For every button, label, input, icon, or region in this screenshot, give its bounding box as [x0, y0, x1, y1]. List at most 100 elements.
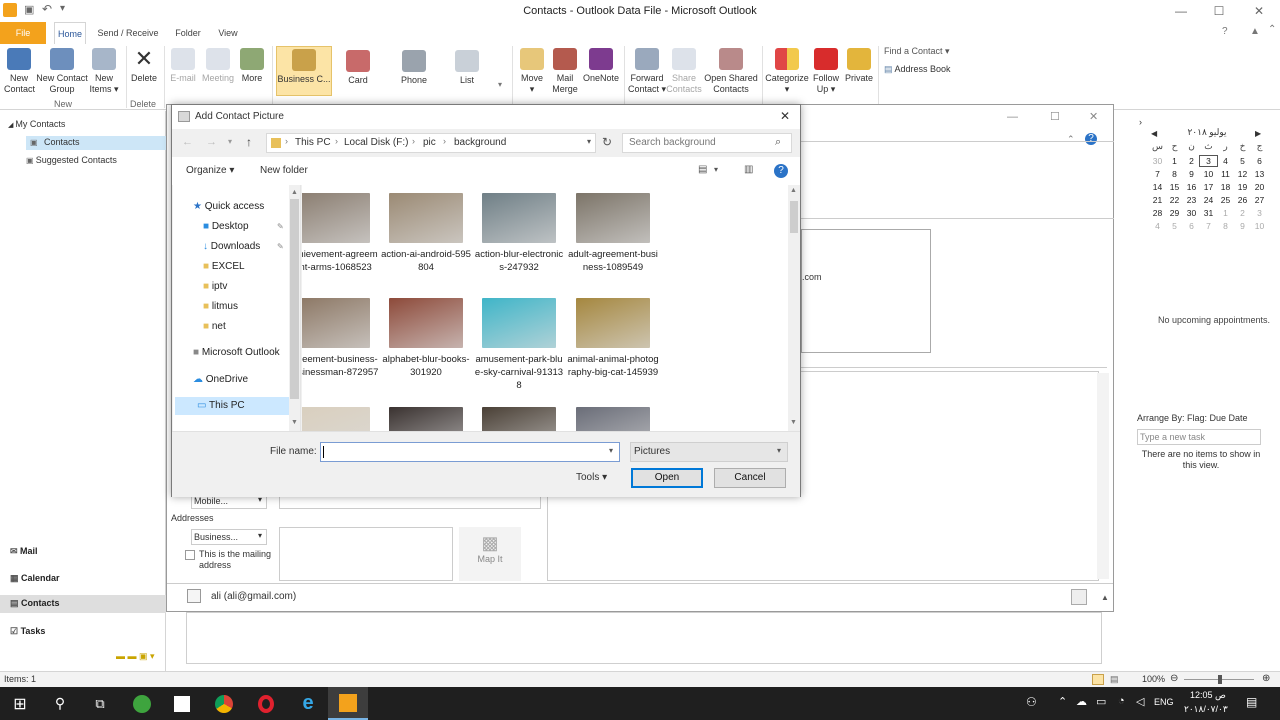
preview-pane-icon[interactable]: ▥ — [744, 164, 753, 175]
file-tile-partial[interactable] — [473, 407, 565, 431]
file-tile-partial[interactable] — [380, 407, 472, 431]
calendar-day[interactable]: 25 — [1217, 195, 1234, 205]
start-button[interactable]: ⊞ — [0, 687, 40, 720]
new-contact-button[interactable]: New Contact — [4, 48, 35, 95]
calendar-day[interactable]: 26 — [1234, 195, 1251, 205]
module-tasks[interactable]: ☑ Tasks — [10, 626, 45, 637]
people-pane-expand-icon[interactable]: ▲ — [1101, 593, 1109, 602]
calendar-day[interactable]: 18 — [1217, 182, 1234, 192]
tree-scroll-thumb[interactable] — [290, 199, 299, 399]
file-tile[interactable]: animal-animal-photography-big-cat-145939 — [567, 298, 659, 379]
calendar-day[interactable]: 20 — [1251, 182, 1268, 192]
file-type-filter[interactable]: Pictures ▾ — [630, 442, 788, 462]
breadcrumb-background[interactable]: background — [454, 137, 506, 148]
taskbar-opera[interactable] — [246, 687, 286, 720]
calendar-day[interactable]: 1 — [1166, 156, 1183, 166]
todo-collapse-icon[interactable]: › — [1139, 117, 1142, 127]
my-contacts-header[interactable]: ◢ My Contacts — [8, 119, 65, 129]
nav-item-contacts[interactable]: ▣ Contacts — [26, 136, 166, 150]
calendar-day[interactable]: 2 — [1234, 208, 1251, 218]
calendar-day[interactable]: 6 — [1251, 156, 1268, 166]
wifi-icon[interactable]: ◔ — [1118, 695, 1125, 707]
taskbar-ie[interactable]: e — [288, 687, 328, 720]
scroll-down-icon[interactable]: ▼ — [790, 419, 797, 426]
calendar-day[interactable]: 4 — [1217, 156, 1234, 166]
normal-view-icon[interactable] — [1092, 674, 1104, 685]
calendar-day[interactable]: 22 — [1166, 195, 1183, 205]
calendar-day[interactable]: 3 — [1251, 208, 1268, 218]
onenote-button[interactable]: OneNote — [582, 48, 620, 84]
calendar-day[interactable]: 5 — [1234, 156, 1251, 166]
search-box[interactable]: Search background ⌕ — [622, 133, 792, 153]
file-grid-scrollbar[interactable]: ▲ ▼ — [788, 185, 800, 431]
calendar-day[interactable]: 7 — [1200, 221, 1217, 231]
address-dropdown-icon[interactable]: ▾ — [587, 137, 591, 146]
contact-window-maximize-icon[interactable]: ☐ — [1050, 110, 1060, 123]
new-task-input[interactable]: Type a new task — [1137, 429, 1261, 445]
help-icon[interactable]: ? — [774, 164, 788, 178]
calendar-day[interactable]: 30 — [1149, 156, 1166, 166]
file-tile[interactable]: action-blur-electronics-247932 — [473, 193, 565, 274]
zoom-level[interactable]: 100% — [1142, 674, 1165, 684]
file-tile-partial[interactable] — [567, 407, 659, 431]
clock-time[interactable]: 12:05 ص — [1190, 690, 1226, 701]
volume-icon[interactable]: ◁ — [1136, 695, 1144, 708]
forward-arrow-icon[interactable]: → — [206, 136, 217, 148]
tree-onedrive[interactable]: ☁ OneDrive — [193, 374, 248, 385]
minimize-icon[interactable]: — — [1162, 0, 1200, 22]
file-name-input[interactable]: ▾ — [320, 442, 620, 462]
file-grid-scroll-thumb[interactable] — [790, 201, 798, 233]
follow-up-button[interactable]: Follow Up ▾ — [810, 48, 842, 95]
calendar-day[interactable]: 14 — [1149, 182, 1166, 192]
help-icon[interactable]: ? — [1222, 26, 1228, 37]
module-contacts[interactable]: ▤ Contacts — [0, 595, 166, 613]
business-card-view-button[interactable]: Business C... — [276, 46, 332, 96]
search-button[interactable]: ⚲ — [40, 687, 80, 720]
calendar-day[interactable]: 30 — [1183, 208, 1200, 218]
cancel-button[interactable]: Cancel — [714, 468, 786, 488]
notifications-icon[interactable]: ▤ — [1246, 695, 1257, 709]
file-tile[interactable]: achievement-agreement-arms-1068523 — [302, 193, 379, 274]
delete-button[interactable]: ✕ Delete — [130, 48, 158, 84]
address-bar[interactable]: › This PC › Local Disk (F:) › pic › back… — [266, 133, 596, 153]
tab-file[interactable]: File — [0, 22, 46, 44]
scroll-up-icon[interactable]: ▲ — [291, 189, 298, 196]
ribbon-collapse-icon[interactable]: ▲ — [1250, 26, 1260, 37]
tray-expand-icon[interactable]: ⌃ — [1058, 695, 1067, 708]
recent-locations-icon[interactable]: ▾ — [228, 137, 232, 146]
calendar-day[interactable]: 8 — [1217, 221, 1234, 231]
calendar-day[interactable]: 16 — [1183, 182, 1200, 192]
zoom-out-icon[interactable]: ⊖ — [1170, 673, 1178, 684]
mailing-address-checkbox[interactable] — [185, 550, 195, 560]
calendar-day[interactable]: 10 — [1251, 221, 1268, 231]
taskbar-store[interactable] — [162, 687, 202, 720]
scroll-down-icon[interactable]: ▼ — [291, 419, 298, 426]
open-shared-contacts-button[interactable]: Open Shared Contacts — [702, 48, 760, 95]
calendar-day[interactable]: 11 — [1217, 169, 1234, 179]
calendar-day[interactable]: 4 — [1149, 221, 1166, 231]
taskbar-outlook[interactable] — [328, 687, 368, 720]
share-contacts-button[interactable]: Share Contacts — [666, 48, 702, 95]
calendar-day[interactable]: 24 — [1200, 195, 1217, 205]
task-view-button[interactable]: ⧉ — [80, 687, 120, 720]
calendar-day[interactable]: 9 — [1234, 221, 1251, 231]
contact-window-minimize-icon[interactable]: — — [1007, 111, 1018, 123]
maximize-icon[interactable]: ☐ — [1200, 0, 1238, 22]
calendar-day[interactable]: 12 — [1234, 169, 1251, 179]
back-arrow-icon[interactable]: ← — [182, 136, 193, 148]
move-button[interactable]: Move ▾ — [518, 48, 546, 95]
up-arrow-icon[interactable]: ↑ — [246, 135, 252, 149]
prev-month-icon[interactable]: ◀ — [1151, 129, 1157, 138]
notes-scrollbar[interactable] — [1097, 373, 1109, 579]
close-icon[interactable]: ✕ — [1240, 0, 1278, 22]
phone-view-button[interactable]: Phone — [396, 50, 432, 86]
module-mail[interactable]: ✉ Mail — [10, 546, 38, 557]
calendar-day[interactable]: 6 — [1183, 221, 1200, 231]
calendar-day[interactable]: 29 — [1166, 208, 1183, 218]
calendar-day[interactable]: 5 — [1166, 221, 1183, 231]
calendar-day[interactable]: 27 — [1251, 195, 1268, 205]
taskbar-app-1[interactable] — [122, 687, 162, 720]
file-tile[interactable]: amusement-park-blue-sky-carnival-913138 — [473, 298, 565, 392]
change-view-icon[interactable]: ▤ — [698, 164, 707, 175]
next-month-icon[interactable]: ▶ — [1255, 129, 1261, 138]
